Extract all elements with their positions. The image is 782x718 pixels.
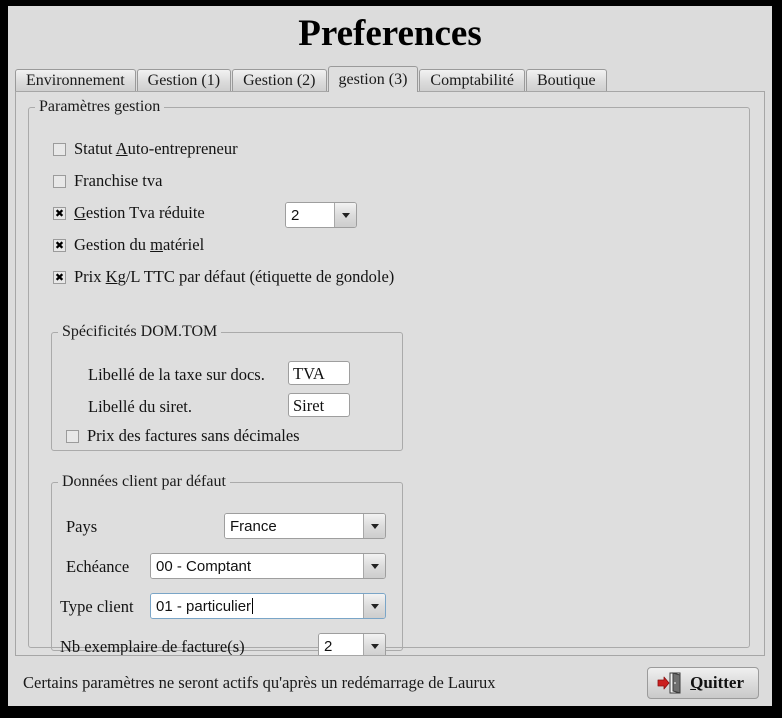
tab-gestion-2[interactable]: Gestion (2) (232, 69, 327, 91)
tab-boutique[interactable]: Boutique (525, 69, 607, 91)
tab-label: Gestion (2) (243, 72, 316, 89)
title-bar: Preferences (8, 6, 772, 57)
tab-label: Gestion (1) (147, 72, 221, 89)
chevron-down-icon[interactable] (334, 203, 356, 227)
status-message: Certains paramètres ne seront actifs qu'… (23, 673, 496, 692)
chevron-down-icon[interactable] (363, 594, 385, 618)
tab-label: Comptabilité (430, 72, 514, 89)
tab-panel-gestion-3: Paramètres gestion Statut Auto-entrepren… (15, 91, 765, 656)
chevron-down-icon[interactable] (363, 554, 385, 578)
checkbox-label: Prix Kg/L TTC par défaut (étiquette de g… (74, 267, 395, 286)
echeance-combobox[interactable]: 00 - Comptant (150, 553, 386, 579)
donnees-client-legend: Données client par défaut (62, 473, 226, 490)
nb-exemplaire-value: 2 (319, 634, 363, 655)
taxe-input[interactable]: TVA (288, 361, 350, 385)
tab-label: gestion (3) (338, 71, 408, 88)
pays-combobox[interactable]: France (224, 513, 386, 539)
tab-strip: Environnement Gestion (1) Gestion (2) ge… (15, 65, 772, 92)
tab-label: Boutique (536, 72, 596, 89)
mnemonic-letter: K (105, 267, 118, 286)
checkbox-gestion-tva-reduite[interactable] (53, 206, 66, 220)
preferences-window: Preferences Environnement Gestion (1) Ge… (8, 6, 772, 706)
checkbox-row-prix-kgl-ttc[interactable]: Prix Kg/L TTC par défaut (étiquette de g… (53, 268, 394, 286)
checkbox-gestion-materiel[interactable] (53, 238, 66, 252)
nb-exemplaire-combobox[interactable]: 2 (318, 633, 386, 655)
checkbox-label: Gestion Tva réduite (74, 203, 205, 222)
checkbox-row-prix-sans-decimales[interactable]: Prix des factures sans décimales (66, 427, 300, 445)
type-client-combobox[interactable]: 01 - particulier (150, 593, 386, 619)
footer-bar: Certains paramètres ne seront actifs qu'… (15, 660, 765, 706)
checkbox-label: Prix des factures sans décimales (87, 426, 300, 445)
tab-gestion-3[interactable]: gestion (3) (327, 66, 419, 92)
checkbox-row-statut-auto-entrepreneur[interactable]: Statut Auto-entrepreneur (53, 140, 238, 158)
nb-exemplaire-label: Nb exemplaire de facture(s) (60, 637, 245, 656)
siret-value: Siret (293, 396, 325, 415)
taxe-label: Libellé de la taxe sur docs. (88, 365, 265, 384)
donnees-client-group: Données client par défaut Pays France Ec… (51, 473, 403, 655)
chevron-down-icon[interactable] (363, 514, 385, 538)
page-title: Preferences (298, 13, 482, 54)
type-client-label: Type client (60, 597, 134, 616)
parametres-gestion-group: Paramètres gestion Statut Auto-entrepren… (28, 98, 750, 655)
siret-input[interactable]: Siret (288, 393, 350, 417)
tab-label: Environnement (26, 72, 125, 89)
pays-label: Pays (66, 517, 98, 536)
quit-button[interactable]: Quitter (647, 667, 759, 699)
checkbox-row-gestion-tva-reduite[interactable]: Gestion Tva réduite (53, 204, 205, 222)
tva-reduite-combobox[interactable]: 2 (285, 202, 357, 228)
tab-environnement[interactable]: Environnement (15, 69, 136, 91)
siret-label: Libellé du siret. (88, 397, 193, 416)
type-client-value: 01 - particulier (151, 594, 363, 618)
parametres-gestion-legend: Paramètres gestion (39, 98, 161, 115)
exit-door-icon (657, 672, 681, 694)
taxe-value: TVA (293, 364, 325, 383)
checkbox-row-gestion-materiel[interactable]: Gestion du matériel (53, 236, 204, 254)
checkbox-franchise-tva[interactable] (53, 174, 66, 188)
checkbox-prix-kgl-ttc[interactable] (53, 270, 66, 284)
tab-comptabilite[interactable]: Comptabilité (419, 69, 525, 91)
checkbox-prix-sans-decimales[interactable] (66, 429, 79, 443)
checkbox-label: Gestion du matériel (74, 235, 205, 254)
mnemonic-letter: m (150, 235, 163, 254)
chevron-down-icon[interactable] (363, 634, 385, 655)
checkbox-statut-auto-entrepreneur[interactable] (53, 142, 66, 156)
checkbox-label: Statut Auto-entrepreneur (74, 139, 238, 158)
mnemonic-letter: A (115, 139, 128, 158)
echeance-value: 00 - Comptant (151, 554, 363, 578)
specificites-domtom-group: Spécificités DOM.TOM Libellé de la taxe … (51, 323, 403, 451)
checkbox-row-franchise-tva[interactable]: Franchise tva (53, 172, 162, 190)
quit-button-label: Quitter (690, 673, 744, 692)
checkbox-label: Franchise tva (74, 171, 163, 190)
echeance-label: Echéance (66, 557, 130, 576)
mnemonic-letter: Q (690, 673, 704, 692)
tva-reduite-value: 2 (286, 203, 334, 227)
pays-value: France (225, 514, 363, 538)
tab-gestion-1[interactable]: Gestion (1) (136, 69, 232, 91)
specificites-domtom-legend: Spécificités DOM.TOM (62, 323, 218, 340)
mnemonic-letter: G (74, 203, 86, 222)
